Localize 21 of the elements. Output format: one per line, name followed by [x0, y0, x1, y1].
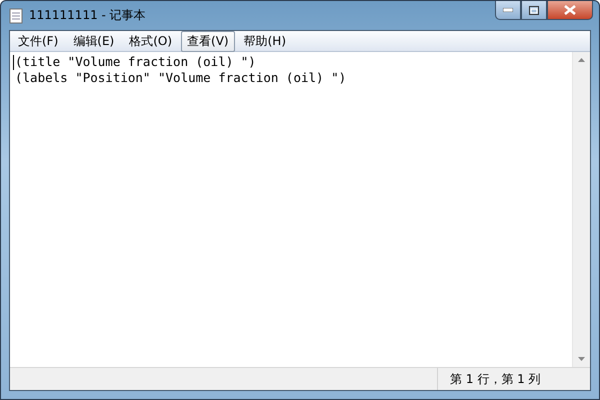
- scroll-up-icon[interactable]: [578, 58, 585, 62]
- text-cursor: [13, 55, 14, 70]
- notepad-icon: [9, 8, 23, 24]
- menu-item[interactable]: 帮助(H): [238, 30, 292, 52]
- text-editor[interactable]: (title "Volume fraction (oil) ") (labels "Position" "Volume fraction (oil) "): [10, 52, 572, 367]
- text-line: (labels "Position" "Volume fraction (oil) "): [15, 70, 346, 86]
- maximize-icon: [529, 6, 539, 14]
- menu-item[interactable]: 格式(O): [123, 30, 178, 52]
- scroll-down-icon[interactable]: [578, 357, 585, 361]
- window-title: 111111111 - 记事本: [29, 7, 146, 24]
- vertical-scrollbar[interactable]: [572, 52, 590, 367]
- menu-item[interactable]: 编辑(E): [67, 30, 120, 52]
- minimize-button[interactable]: [495, 1, 521, 20]
- close-icon: [564, 5, 576, 15]
- text-line: (title "Volume fraction (oil) "): [15, 54, 256, 70]
- menu-item[interactable]: 文件(F): [12, 30, 64, 52]
- close-button[interactable]: [547, 1, 593, 20]
- menu-item[interactable]: 查看(V): [181, 30, 235, 52]
- minimize-icon: [503, 8, 513, 12]
- cursor-position: 第 1 行，第 1 列: [437, 368, 590, 390]
- maximize-button[interactable]: [521, 1, 547, 20]
